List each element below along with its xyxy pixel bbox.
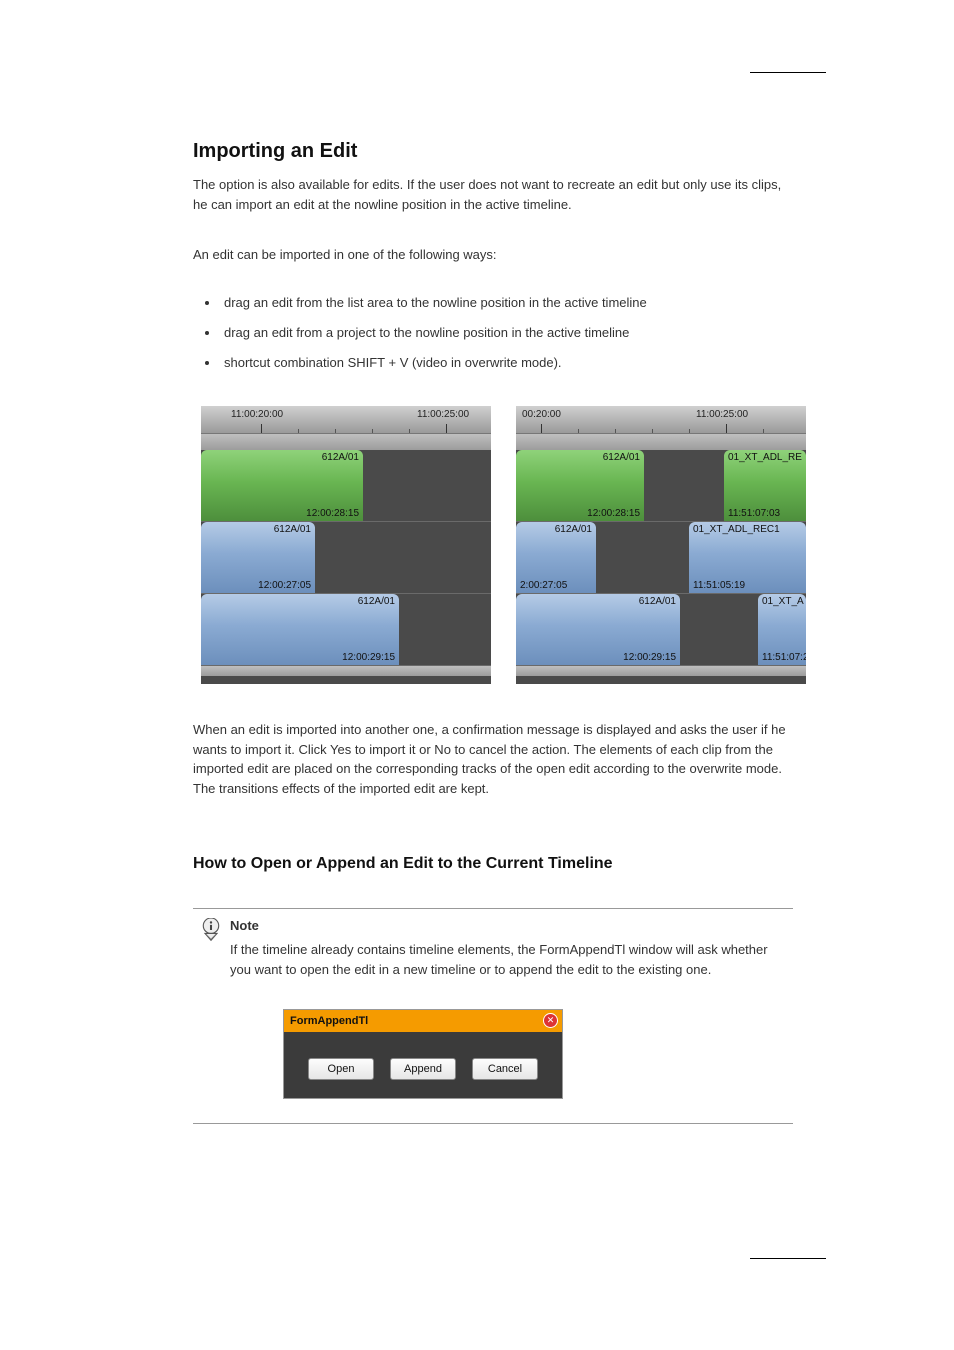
timeline-track: 612A/01 12:00:28:15 01_XT_ADL_RE 11:51:0… (516, 450, 806, 522)
clip-label: 01_XT_ADL_REC1 (693, 524, 780, 535)
clip-tc: 12:00:28:15 (306, 508, 359, 519)
header-rule (750, 72, 826, 73)
bullet-list: drag an edit from the list area to the n… (200, 288, 647, 378)
clip[interactable]: 01_XT_AD 11:51:07:2 (758, 594, 806, 665)
timeline-panel-before: 11:00:20:00 11:00:25:00 612A/01 12:00:28… (201, 406, 491, 684)
timeline-track: 612A/01 12:00:29:15 01_XT_AD 11:51:07:2 (516, 594, 806, 666)
note-divider-bottom (193, 1123, 793, 1124)
close-icon[interactable]: ✕ (543, 1013, 558, 1028)
track-gap (516, 434, 806, 450)
clip-tc: 11:51:05:19 (693, 580, 745, 591)
bullet-2: drag an edit from a project to the nowli… (220, 318, 647, 348)
clip-tc: 11:51:07:03 (728, 508, 780, 519)
clip-tc: 12:00:27:05 (258, 580, 311, 591)
clip-tc: 12:00:29:15 (342, 652, 395, 663)
track-end (516, 666, 806, 676)
note-icon (200, 918, 222, 942)
open-button[interactable]: Open (308, 1058, 374, 1080)
note-title: Note (230, 918, 259, 933)
ruler-tc: 11:00:25:00 (417, 409, 469, 420)
bullet-3: shortcut combination SHIFT + V (video in… (220, 348, 647, 378)
intro-paragraph-2: An edit can be imported in one of the fo… (193, 245, 793, 265)
clip-label: 612A/01 (322, 452, 359, 463)
dialog-title: FormAppendTl (290, 1015, 368, 1027)
clip-tc: 12:00:28:15 (587, 508, 640, 519)
timeline-track: 612A/01 12:00:28:15 (201, 450, 491, 522)
append-button[interactable]: Append (390, 1058, 456, 1080)
ruler-tc: 00:20:00 (522, 409, 561, 420)
note-divider-top (193, 908, 793, 909)
intro-paragraph-1: The option is also available for edits. … (193, 175, 793, 214)
bullet-1: drag an edit from the list area to the n… (220, 288, 647, 318)
ruler-tc: 11:00:25:00 (696, 409, 748, 420)
clip[interactable]: 612A/01 2:00:27:05 (516, 522, 596, 593)
clip-label: 612A/01 (274, 524, 311, 535)
clip-tc: 12:00:29:15 (623, 652, 676, 663)
timeline-panel-after: 00:20:00 11:00:25:00 612A/01 12:00:28:15… (516, 406, 806, 684)
dialog-button-row: Open Append Cancel (284, 1058, 562, 1080)
clip-label: 01_XT_AD (762, 596, 804, 607)
track-end (201, 666, 491, 676)
ruler-tc: 11:00:20:00 (231, 409, 283, 420)
clip-label: 612A/01 (555, 524, 592, 535)
cancel-button[interactable]: Cancel (472, 1058, 538, 1080)
description-paragraph: When an edit is imported into another on… (193, 720, 793, 798)
track-gap (201, 434, 491, 450)
clip[interactable]: 612A/01 12:00:29:15 (516, 594, 680, 665)
clip[interactable]: 612A/01 12:00:27:05 (201, 522, 315, 593)
clip-label: 01_XT_ADL_RE (728, 452, 802, 463)
append-dialog: FormAppendTl ✕ Open Append Cancel (283, 1009, 563, 1099)
clip[interactable]: 612A/01 12:00:28:15 (201, 450, 363, 521)
clip[interactable]: 612A/01 12:00:29:15 (201, 594, 399, 665)
timeline-track: 612A/01 2:00:27:05 01_XT_ADL_REC1 11:51:… (516, 522, 806, 594)
clip-tc: 11:51:07:2 (762, 652, 806, 663)
note-text: If the timeline already contains timelin… (230, 940, 790, 979)
footer-rule (750, 1258, 826, 1259)
timeline-ruler: 11:00:20:00 11:00:25:00 (201, 406, 491, 434)
section-title: Importing an Edit (193, 140, 357, 163)
timeline-track: 612A/01 12:00:27:05 (201, 522, 491, 594)
clip-label: 612A/01 (603, 452, 640, 463)
clip-tc: 2:00:27:05 (520, 580, 567, 591)
clip-label: 612A/01 (639, 596, 676, 607)
clip[interactable]: 01_XT_ADL_REC1 11:51:05:19 (689, 522, 806, 593)
clip-label: 612A/01 (358, 596, 395, 607)
clip[interactable]: 612A/01 12:00:28:15 (516, 450, 644, 521)
timeline-track: 612A/01 12:00:29:15 (201, 594, 491, 666)
clip[interactable]: 01_XT_ADL_RE 11:51:07:03 (724, 450, 806, 521)
subsection-title: How to Open or Append an Edit to the Cur… (193, 855, 613, 873)
timeline-ruler: 00:20:00 11:00:25:00 (516, 406, 806, 434)
dialog-titlebar[interactable]: FormAppendTl ✕ (284, 1010, 562, 1032)
